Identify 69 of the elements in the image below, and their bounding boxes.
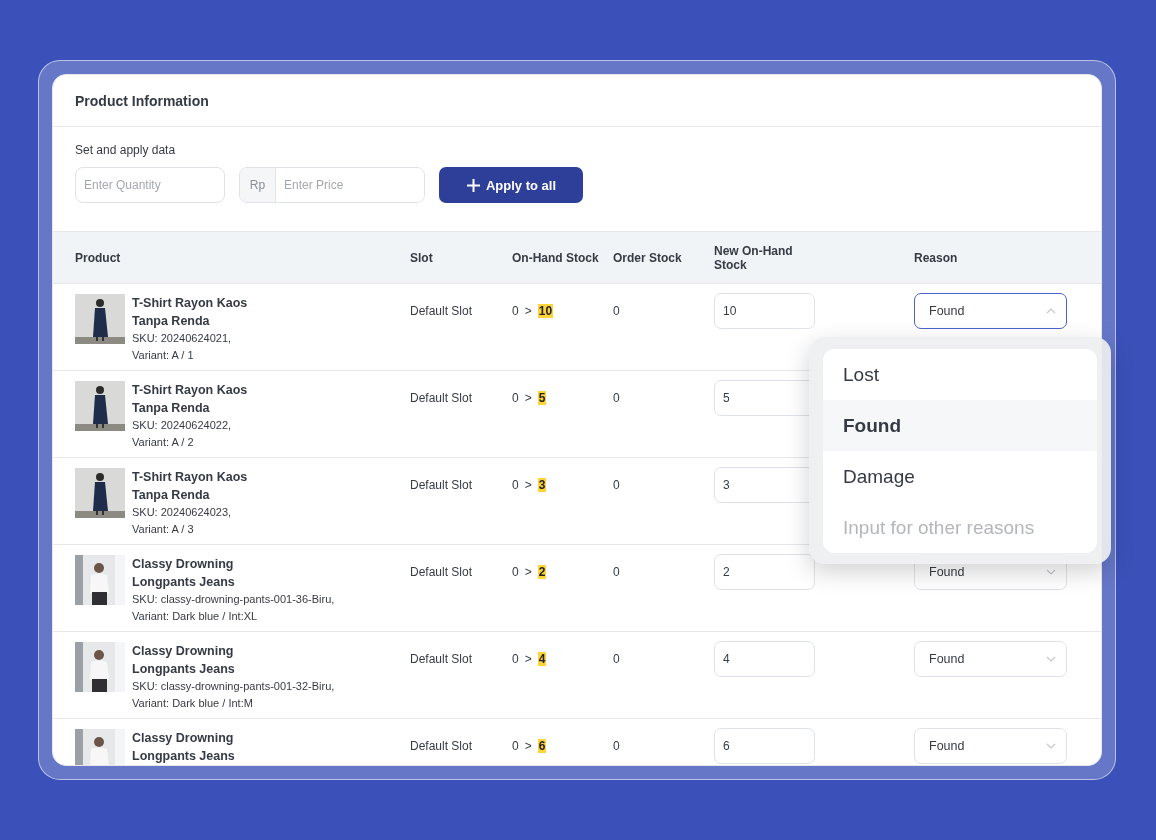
order-stock-cell-text: 0 (613, 738, 621, 755)
card-title: Product Information (75, 92, 209, 109)
slot-cell-text: Default Slot (410, 477, 474, 494)
new-stock-field[interactable]: 6 (714, 728, 815, 764)
product-name: T-Shirt Rayon Kaos Tanpa Renda (132, 382, 249, 417)
stock-from: 0 (512, 564, 519, 581)
column-header: On-Hand Stock (512, 250, 600, 265)
stock-to: 5 (537, 391, 547, 405)
product-variant: Variant: A / 1 (132, 348, 195, 363)
stock-to: 10 (537, 304, 554, 318)
stock-from: 0 (512, 390, 519, 407)
stock-to: 6 (537, 739, 547, 753)
order-stock-cell-text: 0 (613, 390, 621, 407)
new-stock-field[interactable]: 4 (714, 641, 815, 677)
stock-to: 2 (537, 565, 547, 579)
product-sku: SKU: 20240624022, (132, 418, 233, 433)
stock-from: 0 (512, 738, 519, 755)
new-stock-field[interactable]: 10 (714, 293, 815, 329)
stock-separator: > (524, 303, 532, 320)
product-variant: Variant: A / 2 (132, 435, 195, 450)
column-header: New On-Hand Stock (714, 243, 794, 272)
order-stock-cell-text: 0 (613, 477, 621, 494)
new-stock-field[interactable]: 2 (714, 554, 815, 590)
stock-separator: > (524, 564, 532, 581)
slot-cell-text: Default Slot (410, 390, 474, 407)
chevron-up-icon (1046, 308, 1056, 314)
product-sku: SKU: 20240624023, (132, 505, 233, 520)
slot-cell-text: Default Slot (410, 738, 474, 755)
product-sku: SKU: classy-drowning-pants-001-36-Biru, (132, 592, 335, 607)
product-sku: SKU: 20240624021, (132, 331, 233, 346)
reason-select[interactable]: Found (914, 293, 1067, 329)
plus-icon (465, 177, 481, 193)
quantity-field[interactable]: Enter Quantity (75, 167, 225, 203)
chevron-down-icon (1046, 569, 1056, 575)
stock-from: 0 (512, 303, 519, 320)
stock-to: 4 (537, 652, 547, 666)
stock-separator: > (524, 738, 532, 755)
apply-to-all-button[interactable]: Apply to all (439, 167, 583, 203)
stock-from: 0 (512, 477, 519, 494)
dropdown-option[interactable]: Found (823, 400, 1097, 451)
product-variant: Variant: Dark blue / Int:XL (132, 609, 259, 624)
column-header: Product (75, 250, 122, 265)
column-header: Reason (914, 250, 959, 265)
slot-cell-text: Default Slot (410, 651, 474, 668)
product-variant: Variant: Dark blue / Int:M (132, 696, 254, 711)
stock-separator: > (524, 390, 532, 407)
slot-cell-text: Default Slot (410, 303, 474, 320)
stock-from: 0 (512, 651, 519, 668)
product-name: Classy Drowning Longpants Jeans (132, 643, 236, 678)
stock-to: 3 (537, 478, 547, 492)
product-name: Classy Drowning Longpants Jeans (132, 730, 236, 765)
product-name: T-Shirt Rayon Kaos Tanpa Renda (132, 469, 249, 504)
stock-separator: > (524, 651, 532, 668)
section-label: Set and apply data (75, 143, 177, 157)
order-stock-cell-text: 0 (613, 651, 621, 668)
stock-separator: > (524, 477, 532, 494)
chevron-down-icon (1046, 743, 1056, 749)
column-header: Order Stock (613, 250, 683, 265)
order-stock-cell-text: 0 (613, 564, 621, 581)
product-variant: Variant: A / 3 (132, 522, 195, 537)
product-name: T-Shirt Rayon Kaos Tanpa Renda (132, 295, 249, 330)
chevron-down-icon (1046, 656, 1056, 662)
order-stock-cell-text: 0 (613, 303, 621, 320)
product-name: Classy Drowning Longpants Jeans (132, 556, 236, 591)
reason-select[interactable]: Found (914, 728, 1067, 764)
column-header: Slot (410, 250, 434, 265)
product-sku: SKU: classy-drowning-pants-001-32-Biru, (132, 679, 335, 694)
reason-select[interactable]: Found (914, 641, 1067, 677)
slot-cell-text: Default Slot (410, 564, 474, 581)
